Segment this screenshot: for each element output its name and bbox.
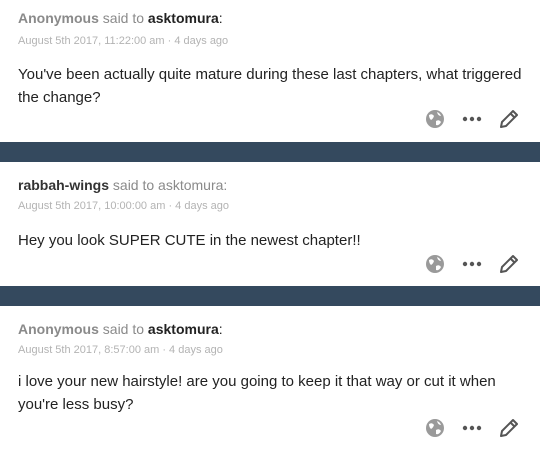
header-colon: : (218, 321, 223, 337)
question-text: i love your new hairstyle! are you going… (18, 373, 496, 413)
post-header: Anonymous said to asktomura: (18, 321, 223, 337)
post-header: rabbah-wings said to asktomura: (18, 177, 227, 193)
post-separator (0, 286, 540, 306)
pencil-icon[interactable] (497, 107, 521, 131)
more-icon[interactable] (460, 416, 484, 440)
post-timestamp: August 5th 2017, 11:22:00 am · 4 days ag… (18, 35, 229, 47)
said-to-text: said to (98, 10, 148, 26)
more-icon[interactable] (460, 252, 484, 276)
post-separator (0, 142, 540, 162)
recipient-name[interactable]: asktomura (148, 321, 219, 337)
post-actions (420, 416, 530, 440)
recipient-name[interactable]: asktomura (148, 10, 219, 26)
more-icon[interactable] (460, 107, 484, 131)
said-to-text: said to (98, 321, 148, 337)
globe-icon[interactable] (423, 252, 447, 276)
pencil-icon[interactable] (497, 252, 521, 276)
globe-icon[interactable] (423, 416, 447, 440)
header-colon: : (218, 10, 223, 26)
question-text: You've been actually quite mature during… (18, 66, 522, 106)
post-header: Anonymous said to asktomura: (18, 10, 223, 26)
globe-icon[interactable] (423, 107, 447, 131)
asker-name[interactable]: Anonymous (18, 10, 99, 26)
said-to-text: said to asktomura: (109, 177, 228, 193)
post-actions (420, 107, 530, 131)
post-actions (420, 252, 530, 276)
post-timestamp: August 5th 2017, 10:00:00 am · 4 days ag… (18, 200, 229, 212)
asker-name[interactable]: rabbah-wings (18, 177, 109, 193)
post-timestamp: August 5th 2017, 8:57:00 am · 4 days ago (18, 344, 223, 356)
ask-post-1: Anonymous said to asktomura: August 5th … (0, 0, 540, 142)
question-text: Hey you look SUPER CUTE in the newest ch… (18, 232, 361, 249)
pencil-icon[interactable] (497, 416, 521, 440)
asker-name[interactable]: Anonymous (18, 321, 99, 337)
ask-post-3: Anonymous said to asktomura: August 5th … (0, 306, 540, 449)
ask-post-2: rabbah-wings said to asktomura: August 5… (0, 162, 540, 286)
